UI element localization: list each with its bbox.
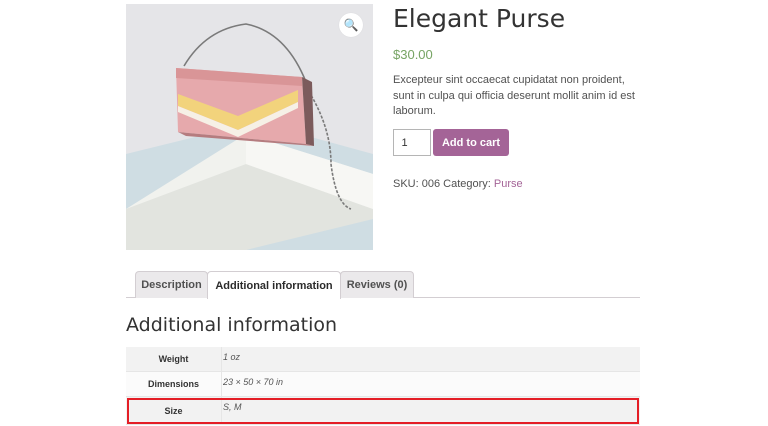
purse-photo bbox=[126, 4, 373, 250]
attributes-table: Weight 1 oz Dimensions 23 × 50 × 70 in S… bbox=[126, 347, 640, 425]
tab-description[interactable]: Description bbox=[135, 271, 208, 298]
attribute-label: Dimensions bbox=[126, 372, 222, 396]
product-title: Elegant Purse bbox=[393, 4, 566, 33]
product-image[interactable] bbox=[126, 4, 373, 250]
add-to-cart-button[interactable]: Add to cart bbox=[433, 129, 509, 156]
tab-reviews[interactable]: Reviews (0) bbox=[340, 271, 414, 298]
table-row: Dimensions 23 × 50 × 70 in bbox=[126, 372, 640, 397]
quantity-input[interactable] bbox=[393, 129, 431, 156]
product-meta: SKU: 006 Category: Purse bbox=[393, 178, 523, 190]
table-row: Weight 1 oz bbox=[126, 347, 640, 372]
product-price: $30.00 bbox=[393, 47, 433, 62]
attribute-value: 1 oz bbox=[223, 352, 241, 362]
category-link[interactable]: Purse bbox=[494, 178, 523, 190]
section-title: Additional information bbox=[126, 314, 338, 336]
sku-category-text: SKU: 006 Category: bbox=[393, 178, 494, 190]
tab-additional-information[interactable]: Additional information bbox=[207, 271, 341, 299]
attribute-value: S, M bbox=[223, 402, 242, 412]
table-row: Size S, M bbox=[126, 397, 640, 425]
product-short-description: Excepteur sint occaecat cupidatat non pr… bbox=[393, 74, 635, 117]
magnifier-icon: 🔍 bbox=[343, 18, 359, 32]
zoom-button[interactable]: 🔍 bbox=[339, 13, 363, 37]
attribute-label: Weight bbox=[126, 347, 222, 371]
attribute-value: 23 × 50 × 70 in bbox=[223, 377, 284, 387]
attribute-label: Size bbox=[126, 397, 222, 424]
